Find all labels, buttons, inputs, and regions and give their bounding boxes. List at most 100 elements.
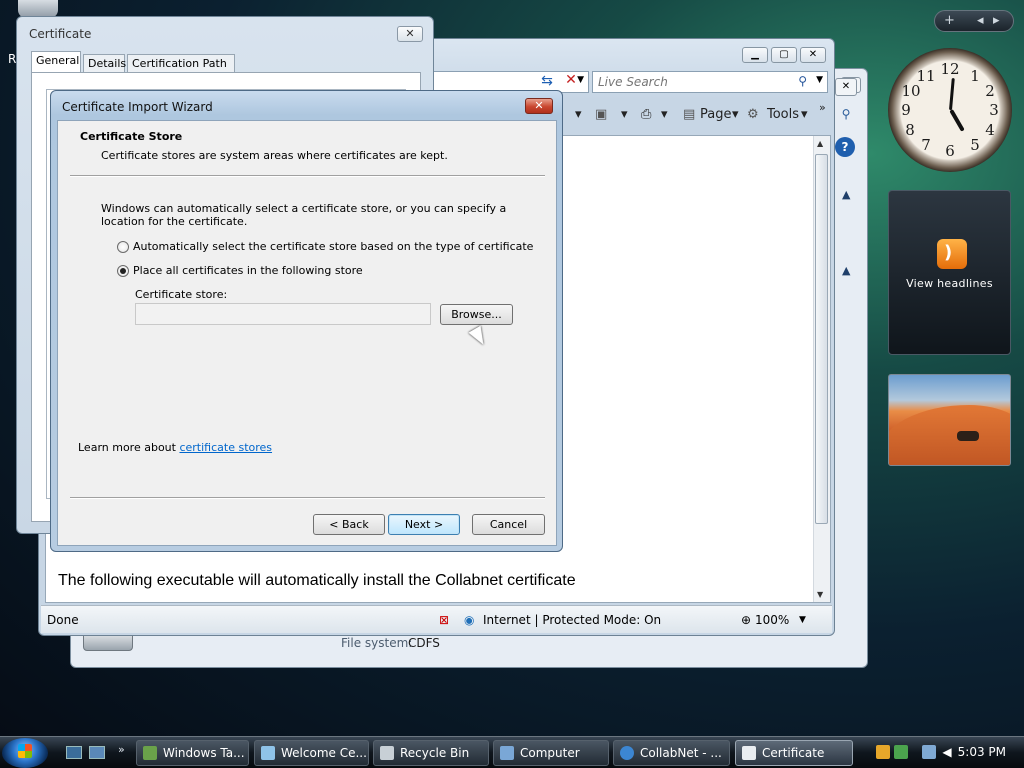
collapse-up-icon[interactable]: ▲ [842, 188, 850, 201]
radio-place-in-store-label[interactable]: Place all certificates in the following … [133, 264, 363, 277]
tools-menu[interactable]: Tools [767, 107, 799, 122]
taskbar-item[interactable]: CollabNet - ... [613, 740, 730, 766]
document-icon [261, 746, 275, 760]
recycle-bin-icon [380, 746, 394, 760]
vertical-scrollbar[interactable]: ▲ ▼ [813, 136, 830, 602]
browse-button[interactable]: Browse... [440, 304, 513, 325]
globe-icon: ◉ [464, 613, 475, 627]
feeds-icon[interactable]: ▣ [595, 107, 607, 122]
sidebar-prev-icon[interactable]: ◂ [977, 13, 984, 28]
taskbar-item-label: Recycle Bin [400, 746, 470, 760]
status-text: Done [47, 613, 79, 627]
ie-icon [620, 746, 634, 760]
tab-general[interactable]: General [31, 51, 81, 73]
page-dropdown-icon[interactable]: ▾ [732, 107, 739, 122]
sidebar-next-icon[interactable]: ▸ [993, 13, 1000, 28]
file-system-value: CDFS [408, 636, 440, 650]
blocked-icon[interactable]: ⊠ [439, 613, 449, 627]
network-icon[interactable] [922, 745, 936, 759]
clock-number: 9 [901, 101, 911, 119]
windows-logo-icon [18, 744, 32, 758]
cancel-button[interactable]: Cancel [472, 514, 545, 535]
zoom-icon: ⊕ [741, 613, 752, 627]
taskbar-item[interactable]: Computer [493, 740, 609, 766]
page-menu[interactable]: Page [700, 107, 731, 122]
tools-dropdown-icon[interactable]: ▾ [801, 107, 808, 122]
footer-separator [70, 497, 545, 499]
taskbar-item-label: Computer [520, 746, 580, 760]
search-icon[interactable]: ⚲ [798, 74, 807, 88]
security-center-icon[interactable] [894, 745, 908, 759]
add-gadget-icon[interactable]: + [944, 13, 955, 28]
page-icon: ▤ [683, 107, 696, 122]
taskbar-item-label: CollabNet - ... [640, 746, 722, 760]
clock-gadget[interactable]: 12 1 2 3 4 5 6 7 8 9 10 11 [888, 48, 1012, 172]
clock-number: 5 [970, 136, 980, 154]
certificate-icon [742, 746, 756, 760]
chevron-more-icon[interactable]: » [819, 101, 826, 114]
shield-icon[interactable] [876, 745, 890, 759]
stop-icon[interactable]: ✕ [561, 72, 581, 90]
taskbar-item-active[interactable]: Certificate [735, 740, 853, 766]
clock-number: 6 [945, 142, 955, 160]
live-search-box[interactable]: ⚲ ▼ [592, 71, 828, 93]
switch-windows-icon[interactable] [89, 746, 105, 759]
radio-auto-select-label[interactable]: Automatically select the certificate sto… [133, 240, 533, 253]
taskbar-item[interactable]: Welcome Ce... [254, 740, 369, 766]
quicklaunch-more-icon[interactable]: » [118, 743, 125, 756]
scroll-thumb[interactable] [815, 154, 828, 524]
close-button[interactable]: ✕ [800, 47, 826, 63]
close-button[interactable]: ✕ [835, 78, 857, 96]
feed-headlines-gadget[interactable]: ) View headlines [888, 190, 1011, 355]
volume-icon[interactable]: ◀ [940, 745, 954, 759]
taskbar-item[interactable]: Windows Ta... [136, 740, 249, 766]
wizard-title: Certificate Import Wizard [62, 100, 213, 114]
rss-feed-icon: ) [937, 239, 967, 269]
print-icon[interactable]: ⎙ [641, 107, 651, 122]
tab-certification-path[interactable]: Certification Path [127, 54, 235, 73]
start-button[interactable] [2, 738, 48, 768]
back-button[interactable]: < Back [313, 514, 385, 535]
show-desktop-icon[interactable] [66, 746, 82, 759]
scroll-up-icon[interactable]: ▲ [817, 139, 823, 148]
certificate-stores-link[interactable]: certificate stores [179, 441, 272, 454]
taskbar-item[interactable]: Recycle Bin [373, 740, 489, 766]
search-dropdown-icon[interactable]: ▼ [816, 75, 823, 85]
refresh-icon[interactable]: ⇆ [537, 73, 557, 91]
close-button[interactable]: ✕ [525, 98, 553, 114]
home-dropdown-icon[interactable]: ▾ [575, 107, 582, 122]
radio-auto-select[interactable] [117, 241, 129, 253]
minimize-button[interactable]: ▁ [742, 47, 768, 63]
search-icon[interactable]: ⚲ [836, 104, 856, 124]
clock-minute-hand [949, 77, 955, 111]
maximize-button[interactable]: ▢ [771, 47, 797, 63]
next-button[interactable]: Next > [388, 514, 460, 535]
wizard-step-description: Certificate stores are system areas wher… [101, 149, 448, 162]
slideshow-gadget[interactable] [888, 374, 1011, 466]
taskbar-item-label: Welcome Ce... [281, 746, 367, 760]
radio-place-in-store[interactable] [117, 265, 129, 277]
clock-hour-hand [949, 109, 965, 132]
tab-details[interactable]: Details [83, 54, 126, 73]
zoom-level[interactable]: 100% [755, 613, 789, 627]
security-zone[interactable]: Internet | Protected Mode: On [483, 613, 661, 627]
clock-time[interactable]: 5:03 PM [958, 745, 1006, 759]
close-button[interactable]: ✕ [397, 26, 423, 42]
scroll-down-icon[interactable]: ▼ [817, 590, 823, 599]
clock-number: 3 [989, 101, 999, 119]
help-icon[interactable]: ? [835, 137, 855, 157]
clock-number: 2 [985, 82, 995, 100]
print-dropdown-icon[interactable]: ▾ [661, 107, 668, 122]
taskbar-item-label: Windows Ta... [163, 746, 245, 760]
wizard-header: Certificate Store Certificate stores are… [58, 121, 556, 173]
feeds-dropdown-icon[interactable]: ▾ [621, 107, 628, 122]
certificate-import-wizard: Certificate Import Wizard ✕ Certificate … [50, 90, 563, 552]
zoom-dropdown-icon[interactable]: ▼ [799, 615, 806, 625]
page-body-text: The following executable will automatica… [58, 572, 576, 589]
search-input[interactable] [593, 72, 783, 92]
learn-more-text: Learn more about certificate stores [78, 441, 272, 454]
collapse-up-icon[interactable]: ▲ [842, 264, 850, 277]
certificate-store-label: Certificate store: [135, 288, 228, 301]
sidebar-controls: + ◂ ▸ [934, 10, 1014, 32]
desert-dune-image [889, 405, 1010, 465]
